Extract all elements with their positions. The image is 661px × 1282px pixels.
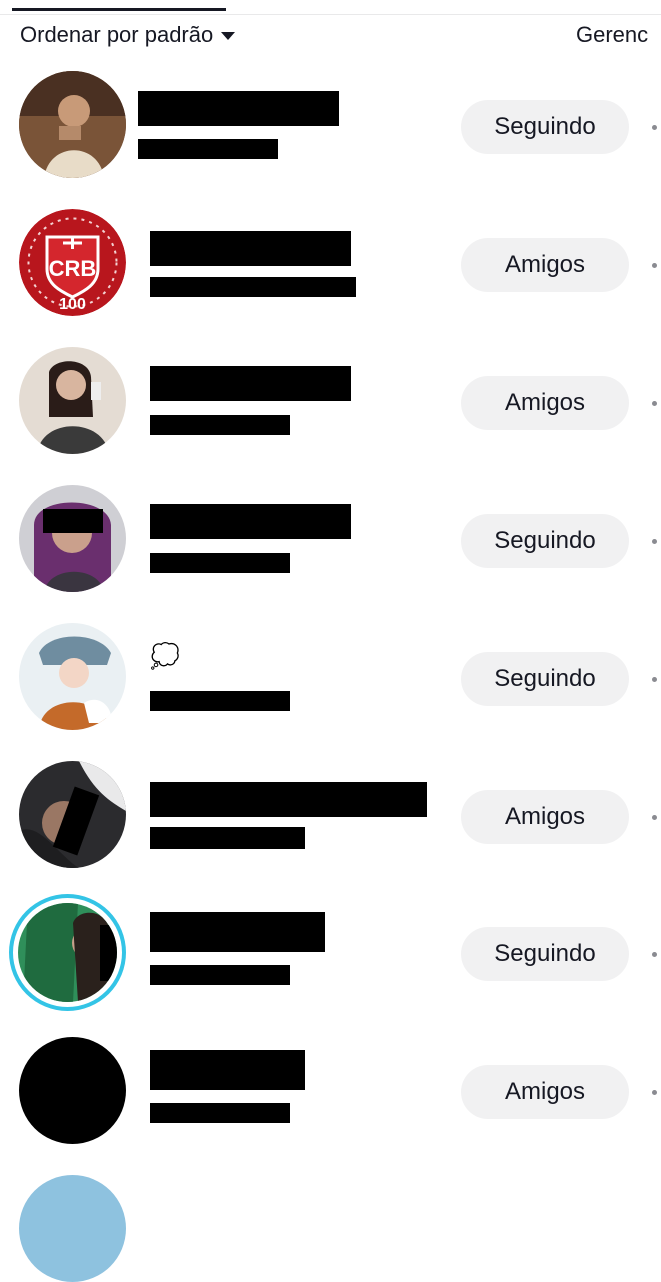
list-item[interactable]: 💭 Seguindo (0, 618, 661, 738)
face-redacted (100, 925, 117, 981)
more-options-icon[interactable] (652, 263, 657, 268)
avatar-with-story-ring[interactable] (9, 894, 126, 1011)
avatar[interactable] (19, 347, 126, 454)
username-redacted (150, 277, 356, 297)
logo-text: CRB (49, 256, 97, 281)
friends-button[interactable]: Amigos (461, 790, 629, 844)
username-redacted (138, 139, 278, 159)
list-item[interactable]: Amigos (0, 756, 661, 876)
caret-down-icon (221, 32, 236, 40)
active-tab-indicator (12, 8, 226, 11)
name-redacted (150, 231, 351, 266)
avatar[interactable] (19, 485, 126, 592)
following-button[interactable]: Seguindo (461, 927, 629, 981)
username-redacted (150, 553, 290, 573)
following-button[interactable]: Seguindo (461, 100, 629, 154)
avatar (18, 903, 117, 1002)
more-options-icon[interactable] (652, 125, 657, 130)
avatar[interactable] (19, 71, 126, 178)
list-item[interactable]: Seguindo (0, 66, 661, 186)
username-redacted (150, 415, 290, 435)
avatar[interactable] (19, 1037, 126, 1144)
name-redacted (150, 504, 351, 539)
manage-button[interactable]: Gerenc (576, 22, 648, 48)
avatar[interactable] (19, 1175, 126, 1282)
list-item[interactable]: Seguindo (0, 894, 661, 1014)
list-item[interactable]: Seguindo (0, 480, 661, 600)
more-options-icon[interactable] (652, 815, 657, 820)
sort-label: Ordenar por padrão (20, 22, 214, 47)
friends-button[interactable]: Amigos (461, 1065, 629, 1119)
name-redacted (138, 91, 339, 126)
username-redacted (150, 691, 290, 711)
avatar[interactable] (19, 761, 126, 868)
tab-divider (0, 14, 661, 15)
more-options-icon[interactable] (652, 677, 657, 682)
name-text: 💭 (150, 643, 180, 670)
name-redacted (150, 912, 325, 952)
more-options-icon[interactable] (652, 401, 657, 406)
name-redacted (150, 782, 427, 817)
crb-club-logo[interactable]: CRB 100 (19, 209, 126, 316)
following-button[interactable]: Seguindo (461, 652, 629, 706)
avatar[interactable] (19, 623, 126, 730)
more-options-icon[interactable] (652, 1090, 657, 1095)
sort-dropdown[interactable]: Ordenar por padrão (20, 22, 236, 48)
face-redacted (43, 509, 103, 533)
username-redacted (150, 965, 290, 985)
more-options-icon[interactable] (652, 539, 657, 544)
username-redacted (150, 1103, 290, 1123)
list-item[interactable]: Amigos (0, 342, 661, 462)
friends-button[interactable]: Amigos (461, 238, 629, 292)
name-redacted (150, 1050, 305, 1090)
list-item[interactable]: Amigos (0, 1032, 661, 1152)
more-options-icon[interactable] (652, 952, 657, 957)
logo-number: 100 (59, 296, 86, 313)
list-item[interactable]: CRB 100 Amigos (0, 204, 661, 324)
friends-button[interactable]: Amigos (461, 376, 629, 430)
following-button[interactable]: Seguindo (461, 514, 629, 568)
username-redacted (150, 827, 305, 849)
name-redacted (150, 366, 351, 401)
